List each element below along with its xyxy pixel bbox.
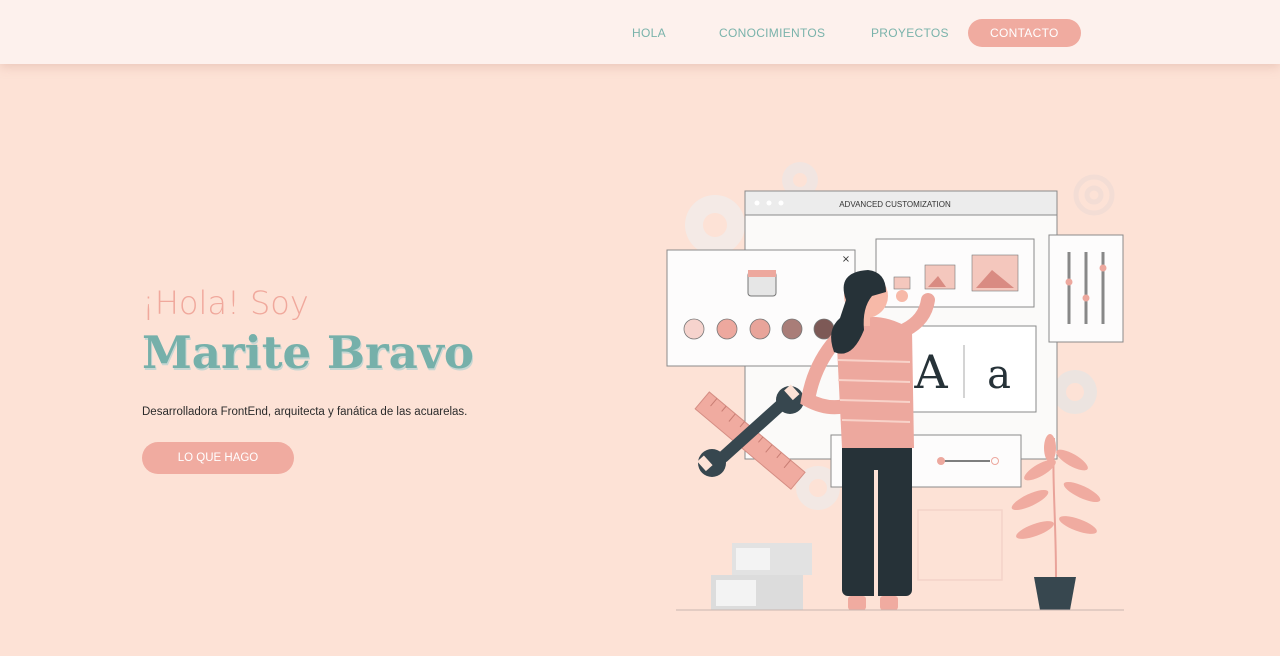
- top-navigation-bar: HOLA CONOCIMIENTOS PROYECTOS CONTACTO: [0, 0, 1280, 64]
- nav-contact-button[interactable]: CONTACTO: [968, 19, 1081, 47]
- gear-icon: [1073, 174, 1115, 216]
- nav-link-conocimientos[interactable]: CONOCIMIENTOS: [719, 26, 825, 40]
- slider-knob: [1082, 294, 1090, 302]
- hero-name: Marite Bravo: [142, 326, 474, 379]
- close-icon: ×: [842, 254, 850, 265]
- nav-link-proyectos[interactable]: PROYECTOS: [871, 26, 949, 40]
- plant-icon: [1011, 434, 1101, 610]
- font-sample-lower: a: [987, 352, 1011, 398]
- color-swatch: [716, 318, 738, 340]
- window-title: ADVANCED CUSTOMIZATION: [839, 200, 951, 209]
- hero-greeting: ¡Hola! Soy: [142, 284, 309, 322]
- storage-boxes: [711, 543, 812, 610]
- window-dot: [754, 200, 760, 206]
- window-dot: [766, 200, 772, 206]
- slider-knob: [1099, 264, 1107, 272]
- hero-description: Desarrolladora FrontEnd, arquitecta y fa…: [142, 406, 468, 418]
- paint-bucket-icon: [747, 270, 777, 297]
- font-sample-upper: A: [913, 345, 948, 399]
- gear-icon: [685, 195, 745, 255]
- color-swatch: [683, 318, 705, 340]
- window-dot: [778, 200, 784, 206]
- color-swatch: [781, 318, 803, 340]
- color-swatch: [749, 318, 771, 340]
- what-i-do-button[interactable]: LO QUE HAGO: [142, 442, 294, 474]
- customization-illustration: ADVANCED CUSTOMIZATION × A a: [666, 162, 1124, 611]
- nav-link-hola[interactable]: HOLA: [632, 26, 666, 40]
- gear-icon: [1053, 370, 1097, 414]
- picture-frame: [917, 509, 1003, 581]
- slider-knob: [1065, 278, 1073, 286]
- slider-knob: [937, 457, 945, 465]
